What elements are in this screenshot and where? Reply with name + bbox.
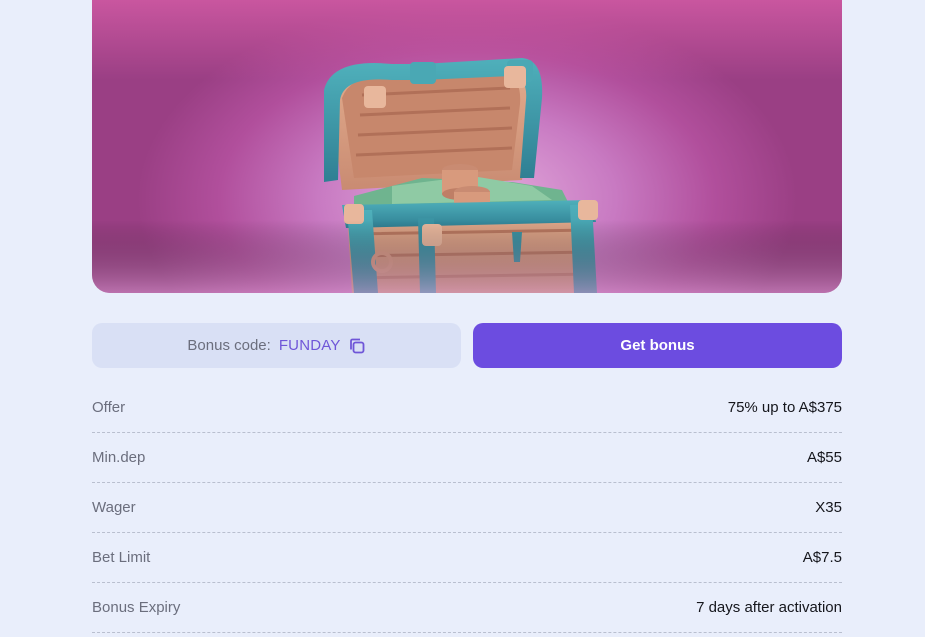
- detail-value: X35: [815, 499, 842, 516]
- detail-key: Offer: [92, 399, 126, 416]
- detail-key: Wager: [92, 499, 136, 516]
- bonus-code-label: Bonus code:: [187, 337, 271, 354]
- detail-row-bet-limit: Bet Limit A$7.5: [92, 533, 842, 583]
- detail-key: Bonus Expiry: [92, 599, 181, 616]
- bonus-actions: Bonus code: FUNDAY Get bonus: [92, 323, 842, 368]
- detail-row-wager: Wager X35: [92, 483, 842, 533]
- bonus-code-value: FUNDAY: [278, 337, 341, 354]
- detail-row-bonus-expiry: Bonus Expiry 7 days after activation: [92, 583, 842, 633]
- detail-key: Min.dep: [92, 449, 146, 466]
- get-bonus-button[interactable]: Get bonus: [473, 323, 842, 368]
- detail-row-min-dep: Min.dep A$55: [92, 433, 842, 483]
- bonus-banner: [92, 0, 842, 293]
- bonus-details-list: Offer 75% up to A$375 Min.dep A$55 Wager…: [92, 383, 842, 633]
- detail-value: 7 days after activation: [696, 599, 842, 616]
- detail-value: 75% up to A$375: [727, 399, 842, 416]
- treasure-chest-image: [92, 58, 842, 293]
- detail-key: Bet Limit: [92, 549, 151, 566]
- detail-value: A$7.5: [802, 549, 842, 566]
- bonus-code-copy[interactable]: Bonus code: FUNDAY: [92, 323, 461, 368]
- detail-value: A$55: [806, 449, 842, 466]
- copy-icon[interactable]: [348, 337, 366, 355]
- detail-row-offer: Offer 75% up to A$375: [92, 383, 842, 433]
- bonus-card: Bonus code: FUNDAY Get bonus Offer 75% u…: [92, 0, 842, 633]
